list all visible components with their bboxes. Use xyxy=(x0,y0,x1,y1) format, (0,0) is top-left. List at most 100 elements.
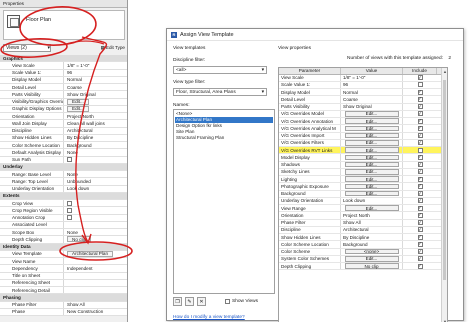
table-row[interactable]: System Color Schemes Edit... ✓ xyxy=(279,255,447,263)
delete-template-button[interactable]: ✕ xyxy=(197,297,206,306)
views-dropdown[interactable]: Views (2) ▾ xyxy=(3,43,51,52)
scroll-up-icon[interactable]: ▲ xyxy=(442,68,447,74)
table-row[interactable]: V/G Overrides RVT Links Edit... xyxy=(279,147,447,155)
value-cell[interactable]: By Discipline xyxy=(341,234,403,241)
property-value[interactable] xyxy=(64,273,127,279)
value-cell[interactable]: Edit... xyxy=(341,183,403,190)
include-checkbox[interactable]: ✓ xyxy=(417,234,423,240)
property-value[interactable]: None xyxy=(64,171,127,177)
include-checkbox[interactable] xyxy=(417,82,423,88)
edit-button[interactable]: No clip xyxy=(344,263,399,269)
include-checkbox[interactable]: ✓ xyxy=(417,155,423,160)
property-value[interactable]: Show Original xyxy=(64,91,127,97)
edit-button[interactable]: Edit... xyxy=(344,132,399,139)
help-link[interactable]: How do I modify a view template? xyxy=(173,315,245,320)
edit-button[interactable]: Edit... xyxy=(344,118,399,124)
table-row[interactable]: View Range Edit... ✓ xyxy=(279,205,447,213)
property-value[interactable]: Coarse xyxy=(64,84,127,90)
property-value[interactable]: Normal xyxy=(64,77,127,83)
property-value[interactable] xyxy=(64,287,127,293)
value-cell[interactable]: Edit... xyxy=(341,110,403,117)
table-row[interactable]: Display Model Normal ✓ xyxy=(279,89,447,97)
include-checkbox[interactable]: ✓ xyxy=(417,176,423,182)
value-cell[interactable]: Show All xyxy=(341,219,403,226)
include-checkbox[interactable]: ✓ xyxy=(417,169,423,175)
property-value[interactable]: New Construction xyxy=(64,309,127,315)
value-cell[interactable]: Project North xyxy=(341,212,403,219)
property-value-button[interactable]: Edit... xyxy=(67,105,89,112)
discipline-filter-select[interactable]: <all> ▾ xyxy=(173,66,267,74)
value-cell[interactable]: Edit... xyxy=(341,161,403,168)
table-row[interactable]: Color Scheme Location Background ✓ xyxy=(279,241,447,249)
property-value[interactable] xyxy=(64,215,127,221)
edit-button[interactable]: Edit... xyxy=(344,111,399,117)
include-checkbox[interactable] xyxy=(417,147,423,153)
edit-button[interactable]: Edit... xyxy=(344,205,399,211)
value-cell[interactable]: Edit... xyxy=(341,168,403,175)
property-value[interactable] xyxy=(64,200,127,206)
property-value[interactable]: Independent xyxy=(64,265,127,271)
edit-button[interactable]: Edit... xyxy=(344,176,399,182)
value-cell[interactable]: 1/8" = 1'-0" xyxy=(341,74,403,81)
property-group-header[interactable]: Graphics xyxy=(0,55,127,63)
table-row[interactable]: Detail Level Coarse ✓ xyxy=(279,96,447,104)
include-checkbox[interactable]: ✓ xyxy=(417,111,423,117)
property-checkbox[interactable] xyxy=(67,200,72,206)
edit-button[interactable]: Edit... xyxy=(344,140,399,146)
edit-button[interactable]: <none> xyxy=(344,248,399,255)
property-value[interactable] xyxy=(64,207,127,213)
scrollbar-thumb[interactable] xyxy=(443,80,446,280)
edit-button[interactable]: Edit... xyxy=(344,256,399,262)
table-row[interactable]: Shadows Edit... ✓ xyxy=(279,161,447,169)
value-cell[interactable]: Architectural xyxy=(341,226,403,233)
include-checkbox[interactable]: ✓ xyxy=(417,227,423,233)
property-value[interactable]: Edit... xyxy=(64,98,127,105)
property-value[interactable]: None xyxy=(64,229,127,235)
value-cell[interactable]: Edit... xyxy=(341,255,403,262)
include-checkbox[interactable]: ✓ xyxy=(417,220,423,226)
table-row[interactable]: Orientation Project North ✓ xyxy=(279,212,447,220)
value-cell[interactable]: Edit... xyxy=(341,154,403,161)
table-row[interactable]: Lighting Edit... ✓ xyxy=(279,176,447,184)
table-row[interactable]: V/G Overrides Import Edit... ✓ xyxy=(279,132,447,140)
include-checkbox[interactable]: ✓ xyxy=(417,104,423,110)
value-cell[interactable]: <none> xyxy=(341,248,403,255)
property-value-button[interactable]: Edit... xyxy=(67,98,89,105)
include-checkbox[interactable]: ✓ xyxy=(417,184,423,189)
table-row[interactable]: Color Scheme <none> ✓ xyxy=(279,248,447,256)
property-value[interactable] xyxy=(64,258,127,264)
property-value[interactable]: Look down xyxy=(64,186,127,192)
value-cell[interactable]: Edit... xyxy=(341,132,403,139)
include-checkbox[interactable]: ✓ xyxy=(417,89,423,95)
value-cell[interactable]: Edit... xyxy=(341,205,403,212)
table-row[interactable]: V/G Overrides Model Edit... ✓ xyxy=(279,110,447,118)
include-checkbox[interactable]: ✓ xyxy=(417,242,423,247)
include-checkbox[interactable]: ✓ xyxy=(417,118,423,124)
property-group-header[interactable]: Extents xyxy=(0,192,127,200)
property-value[interactable] xyxy=(64,157,127,163)
table-row[interactable]: Sketchy Lines Edit... ✓ xyxy=(279,168,447,176)
table-row[interactable]: Show Hidden Lines By Discipline ✓ xyxy=(279,234,447,242)
property-checkbox[interactable] xyxy=(67,207,72,213)
edit-button[interactable]: Edit... xyxy=(344,125,399,132)
include-checkbox[interactable]: ✓ xyxy=(417,97,423,102)
table-row[interactable]: Phase Filter Show All ✓ xyxy=(279,219,447,227)
property-value[interactable]: 1/8" = 1'-0" xyxy=(64,62,127,68)
property-value[interactable]: Architectural xyxy=(64,128,127,134)
edit-button[interactable]: Edit... xyxy=(344,147,399,153)
property-value[interactable]: By Discipline xyxy=(64,135,127,141)
property-value[interactable]: Edit... xyxy=(64,105,127,112)
view-type-filter-select[interactable]: Floor, Structural, Area Plans ▾ xyxy=(173,88,267,96)
include-checkbox[interactable]: ✓ xyxy=(417,133,423,139)
property-value[interactable]: Unbounded xyxy=(64,178,127,184)
property-group-header[interactable]: Identity Data xyxy=(0,243,127,251)
table-row[interactable]: V/G Overrides Analytical M Edit... ✓ xyxy=(279,125,447,133)
property-group-header[interactable]: Phasing xyxy=(0,294,127,302)
table-row[interactable]: Underlay Orientation Look down ✓ xyxy=(279,197,447,205)
edit-button[interactable]: Edit... xyxy=(344,161,399,168)
table-row[interactable]: Model Display Edit... ✓ xyxy=(279,154,447,162)
property-value[interactable]: Architectural Plan xyxy=(64,250,127,257)
table-row[interactable]: Depth Clipping No clip ✓ xyxy=(279,263,447,271)
property-value[interactable] xyxy=(64,280,127,286)
value-cell[interactable]: Edit... xyxy=(341,176,403,183)
